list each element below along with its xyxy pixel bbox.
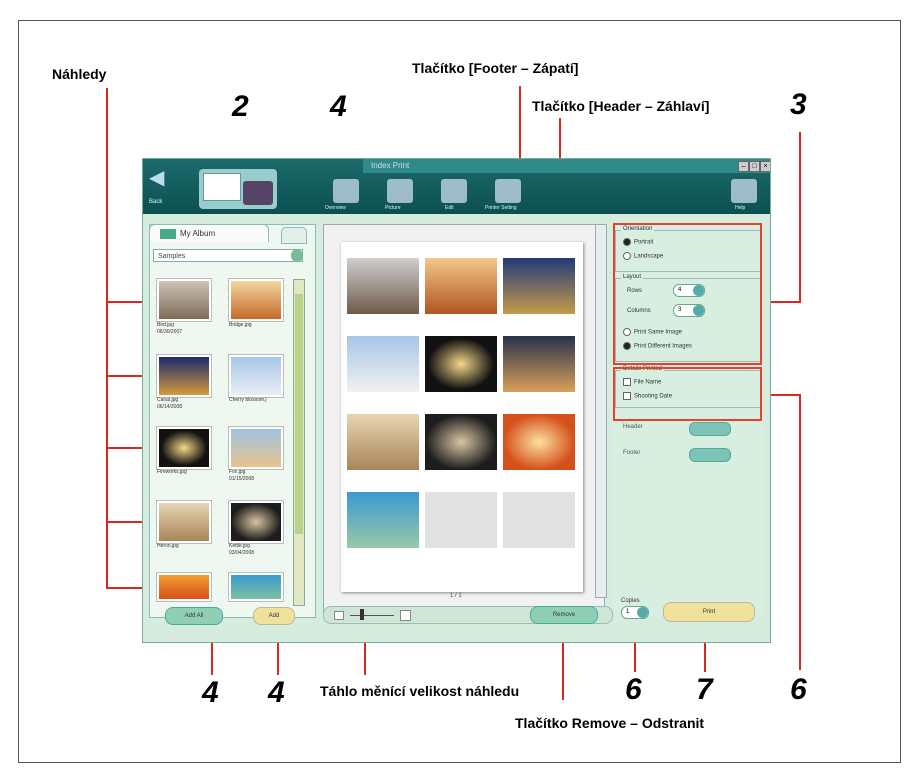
thumbnail-canal[interactable] bbox=[157, 355, 211, 397]
step-number-4-add-all: 4 bbox=[202, 676, 219, 709]
preview-scrollbar[interactable] bbox=[595, 224, 607, 598]
maximize-icon[interactable]: □ bbox=[749, 161, 760, 172]
thumbnail-fireworks[interactable] bbox=[157, 427, 211, 469]
chevron-down-icon[interactable] bbox=[291, 249, 303, 262]
step-number-3: 3 bbox=[790, 88, 807, 121]
thumbnail-scrollbar[interactable] bbox=[293, 279, 305, 606]
print-page-preview bbox=[341, 242, 583, 592]
large-thumb-icon bbox=[400, 610, 411, 621]
preview-photo[interactable] bbox=[503, 336, 575, 392]
edit-label: Edit bbox=[445, 205, 454, 211]
overview-label: Overview bbox=[325, 205, 346, 211]
folder-select[interactable]: Samples bbox=[153, 249, 303, 262]
step-number-4-top: 4 bbox=[330, 90, 347, 123]
copies-label: Copies bbox=[621, 598, 640, 604]
callout-thumbnail-slider: Táhlo měnící velikost náhledu bbox=[320, 683, 520, 699]
thumbnail-kettle[interactable] bbox=[229, 501, 283, 543]
album-icon bbox=[160, 229, 176, 239]
thumbnail-caption: Heron.jpg bbox=[157, 543, 179, 549]
picture-label: Picture bbox=[385, 205, 401, 211]
thumbnail-heron[interactable] bbox=[157, 501, 211, 543]
thumbnail-cherry-blossom[interactable] bbox=[229, 355, 283, 397]
minimize-icon[interactable]: – bbox=[738, 161, 749, 172]
add-all-button[interactable]: Add All bbox=[165, 607, 223, 625]
overview-icon[interactable] bbox=[333, 179, 359, 203]
preview-photo[interactable] bbox=[425, 258, 497, 314]
printer-icon bbox=[199, 169, 277, 209]
window-title: Index Print bbox=[363, 159, 770, 173]
thumbnail-bridge[interactable] bbox=[229, 279, 283, 321]
thumbnail-caption: Canal.jpg 06/14/2008 bbox=[157, 397, 183, 410]
preview-photo[interactable] bbox=[347, 336, 419, 392]
empty-slot bbox=[503, 492, 575, 548]
preview-bottom-bar: Remove bbox=[323, 606, 613, 624]
preview-photo[interactable] bbox=[347, 258, 419, 314]
header-label: Header bbox=[623, 424, 643, 430]
copies-stepper[interactable]: 1 bbox=[621, 606, 649, 619]
toolbar: Index Print – □ × ◀ Back Overview Pictur… bbox=[143, 159, 770, 214]
thumbnail-sunset[interactable] bbox=[157, 573, 211, 601]
callout-thumbnails: Náhledy bbox=[52, 66, 107, 82]
preview-photo[interactable] bbox=[425, 336, 497, 392]
edit-icon[interactable] bbox=[441, 179, 467, 203]
preview-photo[interactable] bbox=[347, 492, 419, 548]
callout-footer-button: Tlačítko [Footer – Zápatí] bbox=[412, 60, 579, 76]
slider-handle[interactable] bbox=[360, 609, 364, 620]
thumbnail-fox[interactable] bbox=[229, 427, 283, 469]
footer-label: Footer bbox=[623, 450, 641, 456]
preview-photo[interactable] bbox=[347, 414, 419, 470]
page-indicator: 1 / 1 bbox=[450, 593, 462, 599]
remove-button[interactable]: Remove bbox=[530, 606, 598, 624]
thumbnail-caption: Fireworks.jpg bbox=[157, 469, 187, 475]
help-label: Help bbox=[735, 205, 746, 211]
small-thumb-icon bbox=[334, 611, 344, 620]
folder-select-value: Samples bbox=[158, 253, 186, 260]
preview-photo[interactable] bbox=[425, 414, 497, 470]
back-arrow-icon[interactable]: ◀ bbox=[149, 165, 164, 190]
empty-slot bbox=[425, 492, 497, 548]
thumbnail-size-slider[interactable] bbox=[350, 615, 394, 616]
highlight-details-printed bbox=[613, 367, 762, 421]
step-number-6-details: 6 bbox=[790, 673, 807, 706]
step-number-2: 2 bbox=[232, 90, 249, 123]
preview-photo[interactable] bbox=[503, 258, 575, 314]
preview-photo[interactable] bbox=[503, 414, 575, 470]
scrollbar-thumb[interactable] bbox=[295, 294, 303, 534]
close-icon[interactable]: × bbox=[760, 161, 770, 172]
header-button[interactable] bbox=[689, 422, 731, 436]
back-label: Back bbox=[149, 199, 163, 205]
thumbnail-caption: Bird.jpg 06/30/2007 bbox=[157, 322, 183, 335]
preview-area: 1 / 1 bbox=[323, 224, 605, 618]
print-button[interactable]: Print bbox=[663, 602, 755, 622]
picture-icon[interactable] bbox=[387, 179, 413, 203]
tab-my-album-label: My Album bbox=[180, 229, 216, 238]
thumbnail-caption: Kettle.jpg 03/04/2008 bbox=[229, 543, 255, 556]
highlight-orientation-layout bbox=[613, 223, 762, 365]
help-icon[interactable] bbox=[731, 179, 757, 203]
add-button[interactable]: Add bbox=[253, 607, 295, 625]
thumbnail-bird[interactable] bbox=[157, 279, 211, 321]
thumbnail-reef[interactable] bbox=[229, 573, 283, 601]
thumbnail-caption: Bridge.jpg bbox=[229, 322, 252, 328]
step-number-6-copies: 6 bbox=[625, 673, 642, 706]
footer-button[interactable] bbox=[689, 448, 731, 462]
printer-setting-icon[interactable] bbox=[495, 179, 521, 203]
tab-my-album[interactable]: My Album bbox=[149, 224, 269, 242]
callout-header-button: Tlačítko [Header – Záhlaví] bbox=[532, 98, 710, 114]
tab-folder[interactable] bbox=[281, 227, 307, 244]
printer-setting-label: Printer Setting bbox=[485, 205, 517, 211]
step-number-7: 7 bbox=[696, 673, 713, 706]
callout-remove-button: Tlačítko Remove – Odstranit bbox=[515, 715, 705, 731]
thumbnail-caption: Fox.jpg 01/15/2008 bbox=[229, 469, 255, 482]
thumbnail-caption: Cherry blossom.j bbox=[229, 397, 267, 403]
step-number-4-add: 4 bbox=[268, 676, 285, 709]
